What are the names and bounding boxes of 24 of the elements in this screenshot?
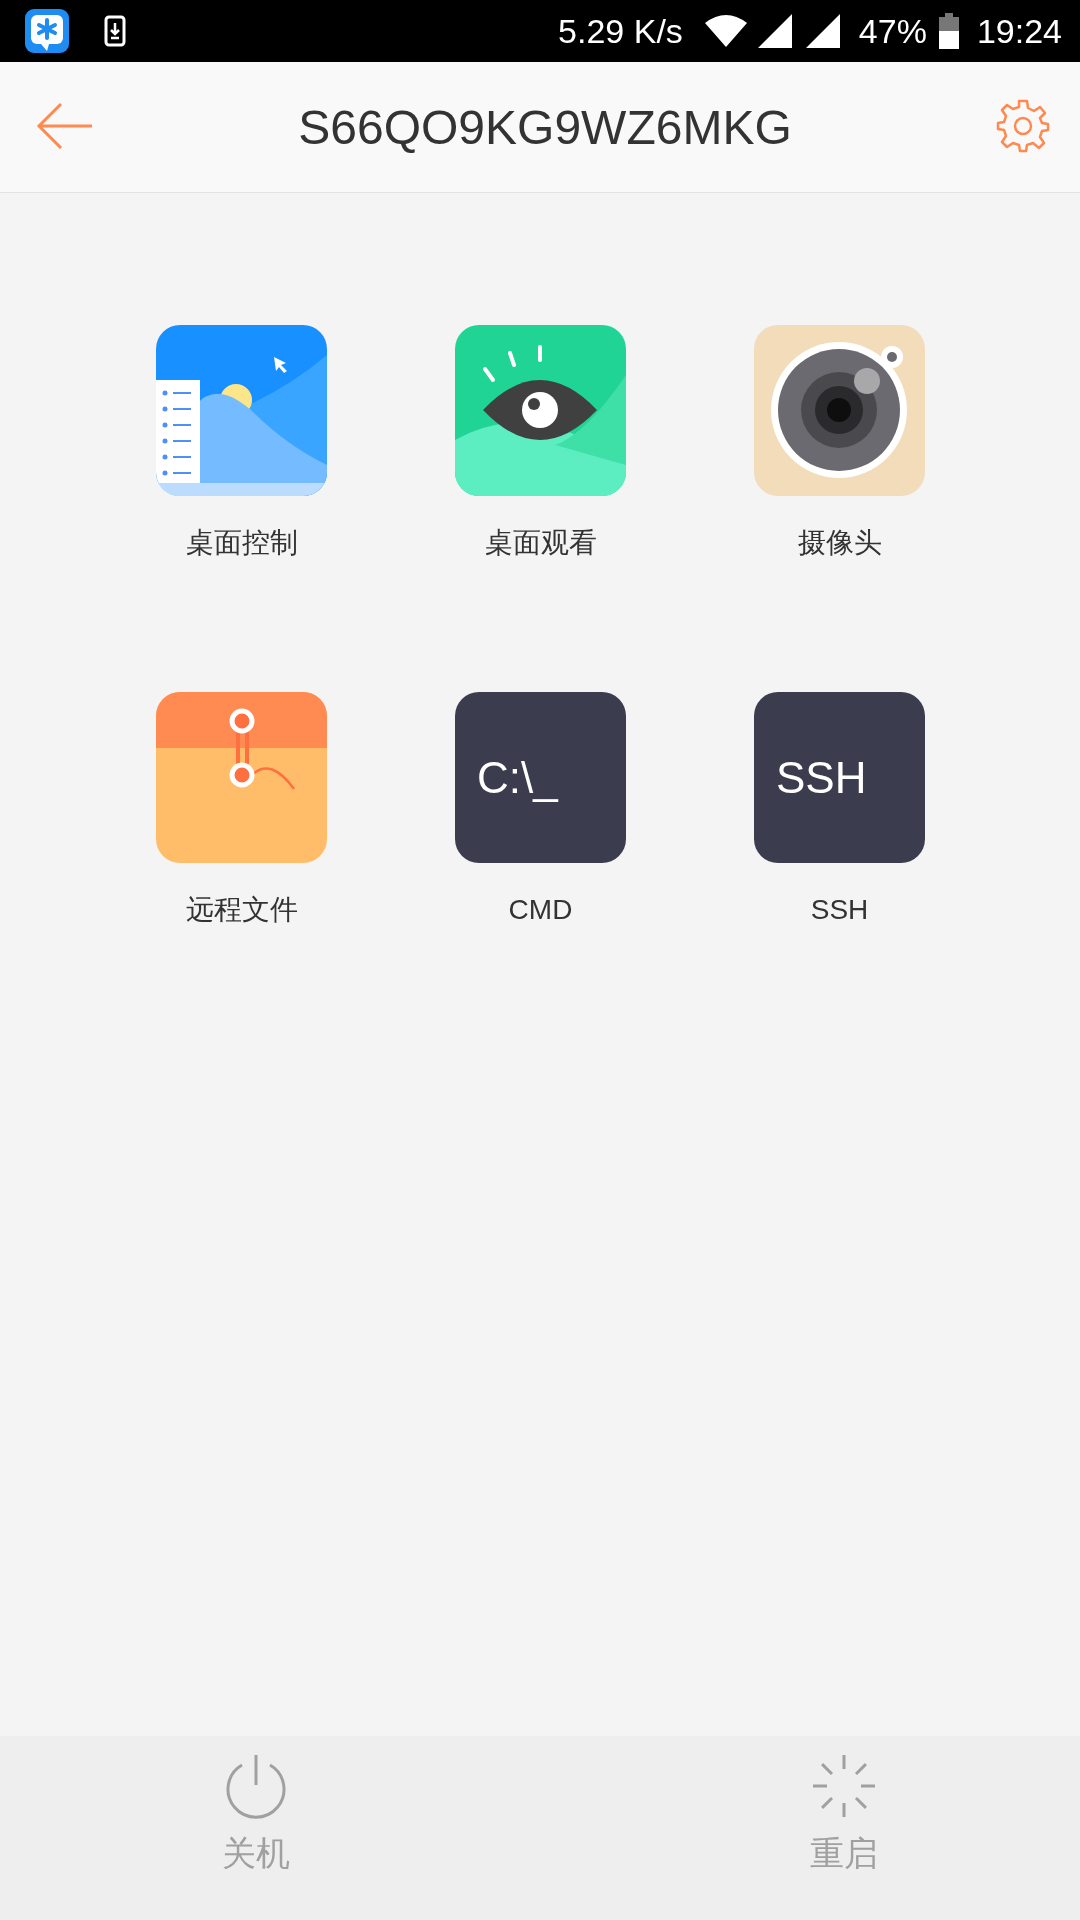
terminal-tile[interactable]: SSH [754, 692, 925, 863]
tile-label: SSH [810, 893, 869, 927]
camera-tile[interactable] [754, 325, 925, 496]
tile-label: 桌面观看 [484, 526, 597, 560]
battery-percent: 47% [858, 11, 927, 51]
desktop-tile[interactable] [156, 325, 327, 496]
tile-label: 桌面控制 [185, 526, 298, 560]
folder-tile[interactable] [156, 692, 327, 863]
device-title: S66QO9KG9WZ6MKG [297, 99, 793, 155]
power-icon [223, 1753, 289, 1819]
wifi-icon [702, 13, 749, 49]
terminal-tile[interactable]: C:\_ [455, 692, 626, 863]
tile-label: 远程文件 [185, 893, 298, 927]
battery-icon [938, 13, 959, 49]
tile-label: CMD [508, 893, 573, 927]
eye-tile[interactable] [455, 325, 626, 496]
signal-icon [756, 13, 793, 49]
signal-icon [804, 13, 841, 49]
loading-spinner-icon [811, 1753, 877, 1819]
app-notification-icon [24, 8, 70, 54]
tile-label: 摄像头 [797, 526, 882, 560]
network-speed: 5.29 K/s [558, 11, 683, 51]
download-icon [104, 15, 126, 47]
clock: 19:24 [976, 11, 1062, 51]
